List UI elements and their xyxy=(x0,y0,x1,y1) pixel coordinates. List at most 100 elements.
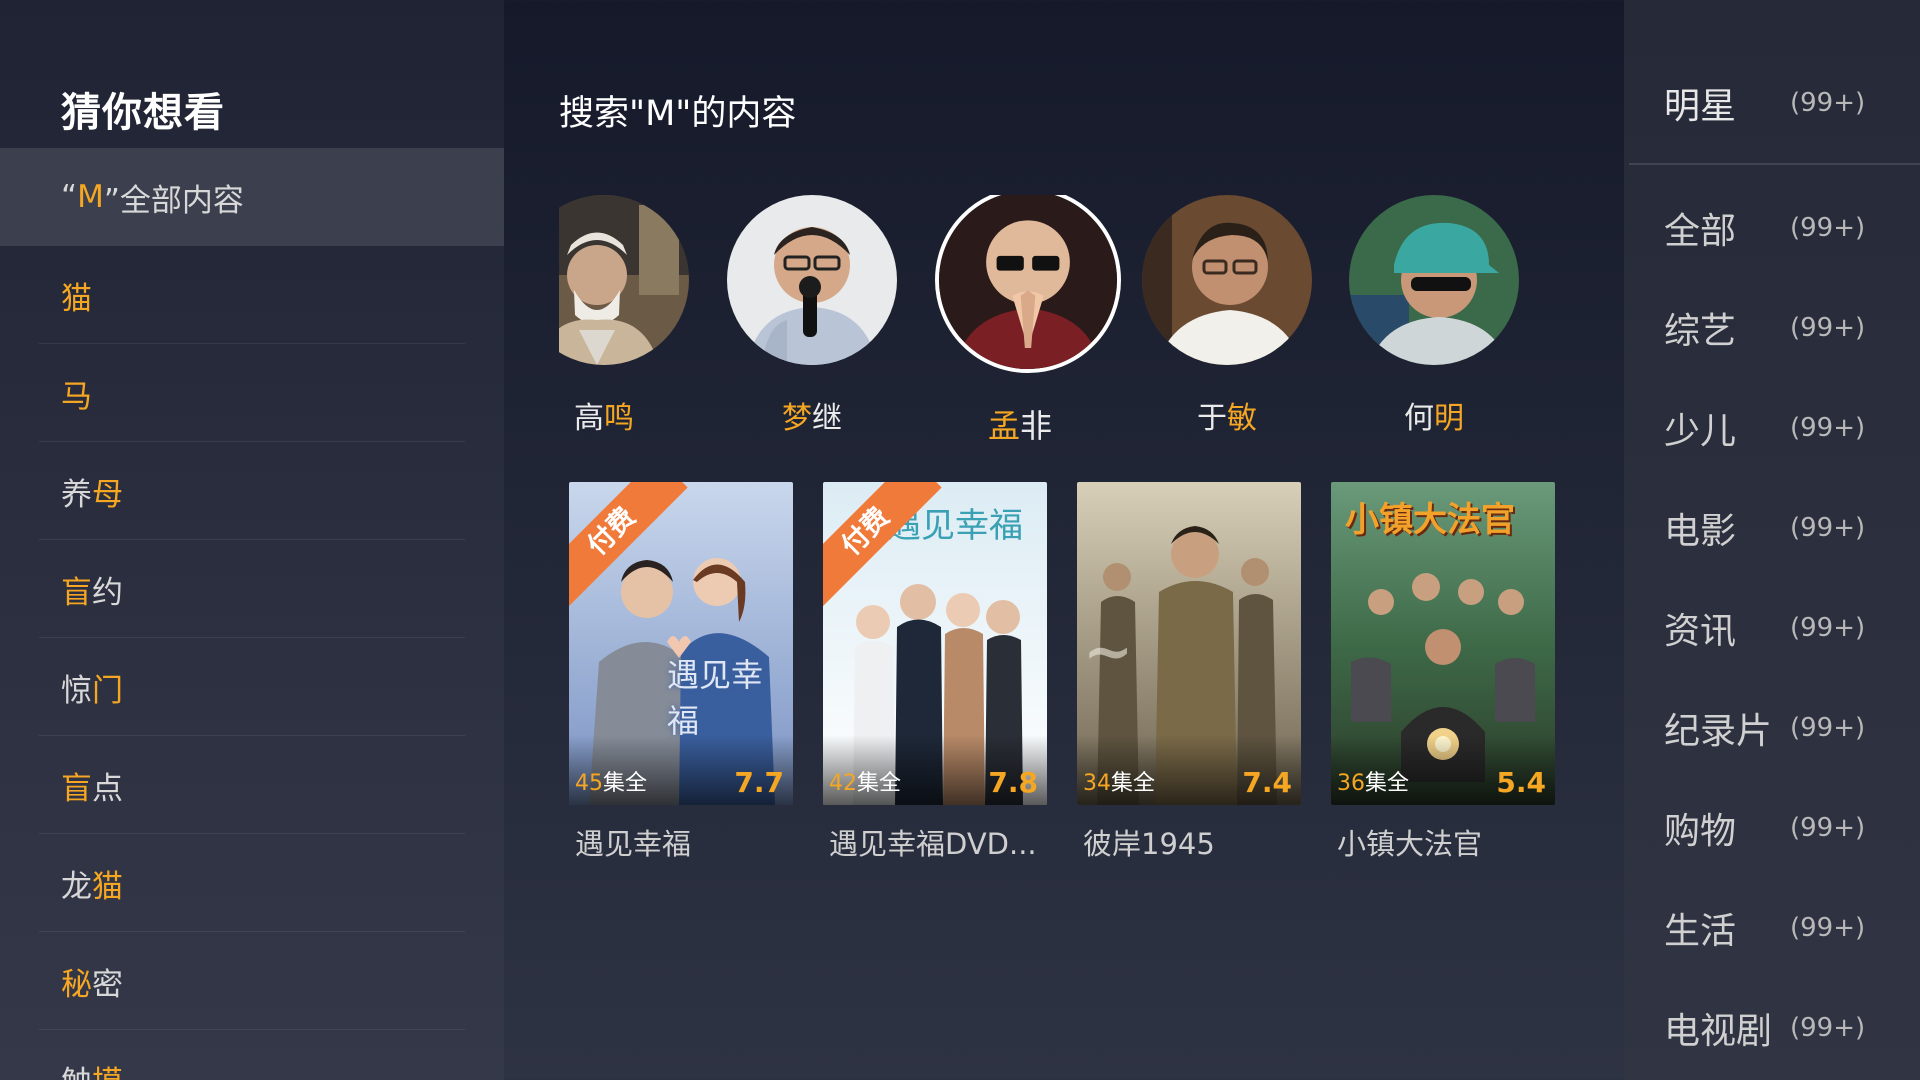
suggestion-highlight: 母 xyxy=(92,476,123,513)
category-tv-series[interactable]: 电视剧 (99+) xyxy=(1624,978,1920,1078)
category-label: 电视剧 xyxy=(1664,1011,1773,1052)
celebrity-name: 梦继 xyxy=(727,393,897,437)
suggestion-item[interactable]: 触摸 xyxy=(0,1030,504,1080)
category-label: 综艺 xyxy=(1664,311,1737,352)
celebrity-name: 高鸣 xyxy=(559,393,689,437)
category-celebrity[interactable]: 明星 (99+) xyxy=(1624,53,1920,153)
suggestion-item[interactable]: 秘密 xyxy=(0,932,504,1030)
suggestion-item[interactable]: 养母 xyxy=(0,442,504,540)
celebrity-avatar xyxy=(935,195,1121,373)
suggestion-title: 猜你想看 xyxy=(61,90,225,136)
celebrity-card[interactable]: 于敏 xyxy=(1142,195,1312,437)
category-label: 生活 xyxy=(1664,911,1737,952)
celebrity-card[interactable]: 何明 xyxy=(1349,195,1519,437)
poster-card[interactable]: ~ 34集全 7.4 彼岸1945 xyxy=(1077,482,1301,863)
poster-card[interactable]: 小镇大法官 36集全 5.4 小镇大法官 xyxy=(1331,482,1555,863)
name-highlight: 敏 xyxy=(1227,401,1257,436)
poster-image: 遇见幸福 付费 45集全 7.7 xyxy=(569,482,793,805)
category-count: (99+) xyxy=(1790,813,1866,843)
episode-text: 集全 xyxy=(1111,771,1156,796)
episode-number: 34 xyxy=(1083,771,1111,796)
suggestion-highlight: 马 xyxy=(61,378,92,415)
suggestion-text: 点 xyxy=(92,770,123,807)
suggestion-highlight: M xyxy=(77,179,104,215)
suggestion-item[interactable]: 龙猫 xyxy=(0,834,504,932)
name-part: 何 xyxy=(1404,401,1434,436)
category-panel: 明星 (99+) 全部 (99+) 综艺 (99+) 少儿 (99+) 电影 (… xyxy=(1624,0,1920,1080)
rating-score: 7.8 xyxy=(988,766,1038,799)
category-divider xyxy=(1629,163,1920,165)
category-label: 电影 xyxy=(1664,511,1737,552)
suggestion-text: 惊 xyxy=(61,672,92,709)
suggestion-item[interactable]: 盲点 xyxy=(0,736,504,834)
category-count: (99+) xyxy=(1790,613,1866,643)
category-all[interactable]: 全部 (99+) xyxy=(1624,178,1920,278)
category-kids[interactable]: 少儿 (99+) xyxy=(1624,378,1920,478)
svg-text:~: ~ xyxy=(1083,617,1133,687)
name-part: 高 xyxy=(574,401,604,436)
category-label: 明星 xyxy=(1664,86,1737,127)
category-count: (99+) xyxy=(1790,413,1866,443)
celebrity-avatar xyxy=(1142,195,1312,365)
celebrity-name: 孟非 xyxy=(935,401,1105,445)
suggestion-list: “M”全部内容 猫 马 养母 盲约 惊门 盲点 龙猫 秘密 触摸 xyxy=(0,148,504,1080)
episode-number: 45 xyxy=(575,771,603,796)
celebrity-name: 于敏 xyxy=(1142,393,1312,437)
celebrity-name: 何明 xyxy=(1349,393,1519,437)
episode-count: 42集全 xyxy=(829,765,901,797)
category-news[interactable]: 资讯 (99+) xyxy=(1624,578,1920,678)
category-count: (99+) xyxy=(1790,88,1866,118)
category-documentary[interactable]: 纪录片 (99+) xyxy=(1624,678,1920,778)
category-count: (99+) xyxy=(1790,513,1866,543)
suggestion-text: 密 xyxy=(92,966,123,1003)
suggestion-text: 约 xyxy=(92,574,123,611)
celebrity-avatar xyxy=(1349,195,1519,365)
category-variety[interactable]: 综艺 (99+) xyxy=(1624,278,1920,378)
suggestion-item[interactable]: 猫 xyxy=(0,246,504,344)
name-highlight: 鸣 xyxy=(604,401,634,436)
poster-image: ~ 34集全 7.4 xyxy=(1077,482,1301,805)
category-count: (99+) xyxy=(1790,313,1866,343)
category-label: 少儿 xyxy=(1664,411,1737,452)
category-movie[interactable]: 电影 (99+) xyxy=(1624,478,1920,578)
suggestion-item[interactable]: 马 xyxy=(0,344,504,442)
category-label: 资讯 xyxy=(1664,611,1737,652)
category-count: (99+) xyxy=(1790,1013,1866,1043)
name-highlight: 明 xyxy=(1434,401,1464,436)
suggestion-item-all[interactable]: “M ”全部内容 xyxy=(0,148,504,246)
suggestion-text: 龙 xyxy=(61,868,92,905)
category-count: (99+) xyxy=(1790,913,1866,943)
suggestion-highlight: 秘 xyxy=(61,966,92,1003)
name-highlight: 孟 xyxy=(987,407,1020,445)
category-shopping[interactable]: 购物 (99+) xyxy=(1624,778,1920,878)
episode-count: 45集全 xyxy=(575,765,647,797)
celebrity-row: 高鸣 梦继 孟非 于敏 何明 xyxy=(559,195,1559,445)
poster-image: 遇见幸福 付费 42集全 7.8 xyxy=(823,482,1047,805)
suggestion-text: “ xyxy=(61,179,78,215)
rating-score: 7.4 xyxy=(1242,766,1292,799)
episode-count: 34集全 xyxy=(1083,765,1155,797)
celebrity-card[interactable]: 梦继 xyxy=(727,195,897,437)
category-count: (99+) xyxy=(1790,713,1866,743)
poster-card[interactable]: 遇见幸福 付费 45集全 7.7 遇见幸福 xyxy=(569,482,793,863)
name-part: 非 xyxy=(1020,407,1053,445)
results-title: 搜索"M"的内容 xyxy=(559,94,797,134)
celebrity-card-focused[interactable]: 孟非 xyxy=(935,195,1121,445)
category-count: (99+) xyxy=(1790,213,1866,243)
suggestion-item[interactable]: 盲约 xyxy=(0,540,504,638)
poster-title: 彼岸1945 xyxy=(1083,827,1215,861)
poster-card[interactable]: 遇见幸福 付费 42集全 7.8 遇见幸福DVD... xyxy=(823,482,1047,863)
celebrity-card[interactable]: 高鸣 xyxy=(559,195,689,437)
suggestion-highlight: 盲 xyxy=(61,574,92,611)
episode-text: 集全 xyxy=(857,771,902,796)
category-lifestyle[interactable]: 生活 (99+) xyxy=(1624,878,1920,978)
name-part: 于 xyxy=(1197,401,1227,436)
suggestion-item[interactable]: 惊门 xyxy=(0,638,504,736)
search-results: 搜索"M"的内容 高鸣 梦继 孟非 于敏 何明 遇见幸福 付费 45集全 7.7… xyxy=(504,0,1624,1080)
poster-title: 遇见幸福DVD... xyxy=(829,827,1037,861)
celebrity-avatar xyxy=(559,195,689,365)
suggestion-highlight: 门 xyxy=(92,672,123,709)
suggestion-text: ”全部内容 xyxy=(103,182,244,219)
category-label: 全部 xyxy=(1664,211,1737,252)
poster-title: 遇见幸福 xyxy=(575,827,692,861)
